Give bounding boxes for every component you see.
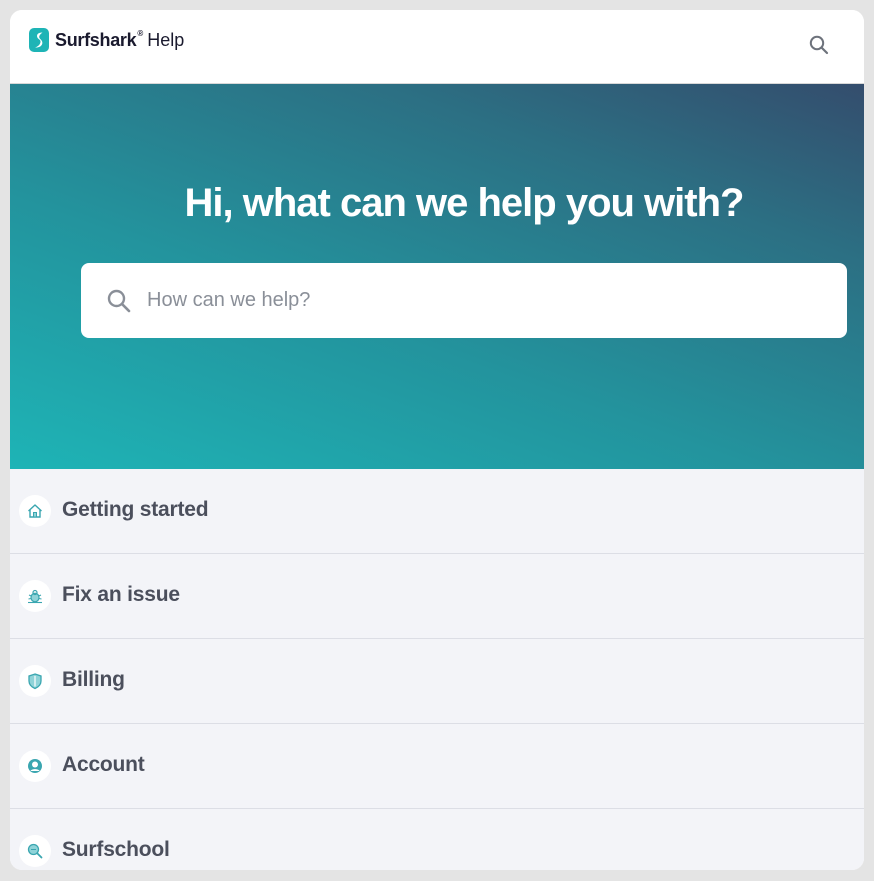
search-icon: [106, 288, 132, 314]
category-label: Getting started: [62, 498, 209, 521]
top-bar: Surfshark ® Help: [10, 10, 864, 84]
brand-name: Surfshark: [55, 29, 137, 50]
category-getting-started[interactable]: Getting started: [10, 469, 864, 554]
shield-icon: [19, 665, 51, 697]
home-icon: [19, 495, 51, 527]
category-list: Getting started Fix an issue Billing Acc…: [10, 469, 864, 870]
category-billing[interactable]: Billing: [10, 639, 864, 724]
hero-banner: Hi, what can we help you with?: [10, 84, 864, 469]
bug-icon: [19, 580, 51, 612]
surfshark-logo-icon: [29, 28, 49, 52]
help-label: Help: [147, 29, 185, 50]
surfshark-help-logo[interactable]: Surfshark ® Help: [29, 27, 184, 53]
category-label: Account: [62, 753, 145, 776]
category-fix-an-issue[interactable]: Fix an issue: [10, 554, 864, 639]
search-box: [81, 263, 847, 338]
category-account[interactable]: Account: [10, 724, 864, 809]
magnifier-icon: [19, 835, 51, 867]
category-label: Billing: [62, 668, 125, 691]
category-label: Fix an issue: [62, 583, 180, 606]
user-icon: [19, 750, 51, 782]
registered-mark: ®: [137, 28, 144, 38]
category-surfschool[interactable]: Surfschool: [10, 809, 864, 870]
search-input[interactable]: [147, 263, 827, 338]
help-page: Surfshark ® Help Hi, what can we help yo…: [10, 10, 864, 870]
hero-title: Hi, what can we help you with?: [184, 181, 745, 225]
search-icon[interactable]: [808, 34, 830, 56]
category-label: Surfschool: [62, 838, 170, 861]
